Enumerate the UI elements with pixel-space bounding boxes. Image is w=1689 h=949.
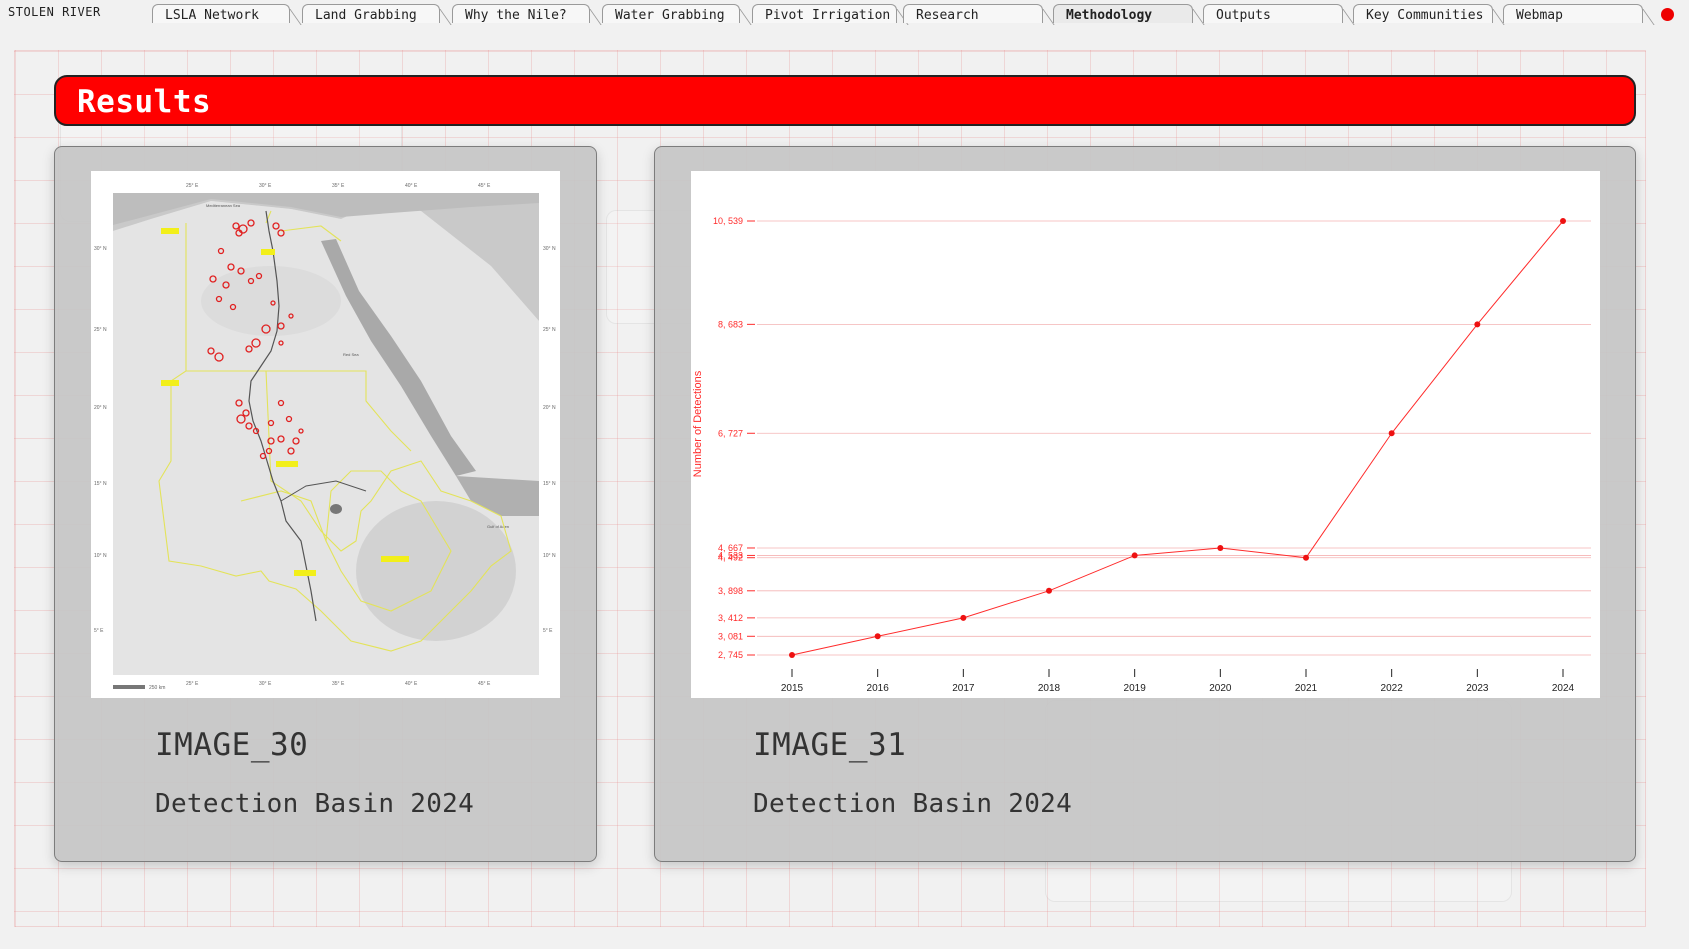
status-dot (1661, 8, 1674, 21)
tab-bar: STOLEN RIVER LSLA Network Land Grabbing … (0, 0, 1689, 24)
tab-outputs[interactable]: Outputs (1203, 4, 1343, 23)
y-tick-label: 3, 081 (718, 631, 743, 641)
data-point (1131, 552, 1138, 559)
x-tick-label: 2015 (781, 683, 804, 694)
y-tick-label: 4, 667 (718, 543, 743, 553)
map-lat-label: 30° N (543, 246, 556, 252)
map-lat-label: 20° N (94, 405, 107, 411)
tab-lsla-network[interactable]: LSLA Network (152, 4, 290, 23)
tab-water-grabbing[interactable]: Water Grabbing (602, 4, 740, 23)
map-lon-label: 25° E (186, 681, 199, 687)
x-tick-label: 2017 (952, 683, 975, 694)
map-lon-label: 30° E (259, 183, 272, 189)
tab-why-the-nile[interactable]: Why the Nile? (452, 4, 590, 23)
map-lat-label: 15° N (543, 481, 556, 487)
x-tick-label: 2024 (1552, 683, 1575, 694)
map-lon-label: 40° E (405, 681, 418, 687)
data-point (1046, 587, 1052, 594)
x-tick-label: 2016 (867, 683, 890, 694)
y-tick-label: 3, 898 (718, 586, 743, 596)
x-tick-label: 2023 (1466, 683, 1489, 694)
data-point (1474, 321, 1481, 328)
map-lat-label: 10° N (543, 553, 556, 559)
section-title: Results (77, 84, 212, 120)
map-lon-label: 35° E (332, 183, 345, 189)
y-tick-label: 4, 492 (718, 553, 743, 563)
results-banner: Results (54, 75, 1636, 126)
data-point (1388, 430, 1395, 437)
sea-label: Mediterranean Sea (206, 203, 241, 208)
x-tick-label: 2019 (1124, 683, 1147, 694)
map-lat-label: 5° E (543, 628, 553, 634)
sea-label: Gulf of Aden (487, 524, 509, 529)
data-point (1217, 544, 1224, 551)
data-point (874, 633, 881, 640)
tab-pivot-irrigation[interactable]: Pivot Irrigation (752, 4, 897, 23)
map-lon-label: 25° E (186, 183, 199, 189)
y-tick-label: 3, 412 (718, 613, 743, 623)
map-lon-label: 45° E (478, 681, 491, 687)
chart-image[interactable]: 2, 745 3, 081 3, 412 3, 898 4, 533 4, 667 4, 4… (691, 171, 1600, 698)
data-point (960, 614, 967, 621)
map-lat-label: 5° E (94, 628, 104, 634)
map-image[interactable]: 25° E 30° E 35° E 40° E 45° E 25° E 30° … (91, 171, 560, 698)
scale-bar-label: 250 km (149, 685, 165, 691)
x-tick-label: 2021 (1295, 683, 1318, 694)
x-tick-label: 2018 (1038, 683, 1061, 694)
tab-key-communities[interactable]: Key Communities (1353, 4, 1493, 23)
map-lat-label: 25° N (543, 327, 556, 333)
map-lon-label: 30° E (259, 681, 272, 687)
map-lon-label: 40° E (405, 183, 418, 189)
result-card-chart[interactable]: 2, 745 3, 081 3, 412 3, 898 4, 533 4, 667 4, 4… (654, 146, 1636, 862)
data-point (789, 652, 795, 658)
card-title: IMAGE_30 (155, 727, 309, 763)
y-tick-label: 2, 745 (718, 650, 743, 660)
tab-methodology[interactable]: Methodology (1053, 4, 1193, 23)
y-tick-label: 6, 727 (718, 428, 743, 438)
map-lat-label: 25° N (94, 327, 107, 333)
tab-research[interactable]: Research (903, 4, 1043, 23)
map-lat-label: 30° N (94, 246, 107, 252)
card-title: IMAGE_31 (753, 727, 907, 763)
data-point (1560, 218, 1566, 224)
result-card-map[interactable]: 25° E 30° E 35° E 40° E 45° E 25° E 30° … (54, 146, 597, 862)
x-tick-label: 2022 (1381, 683, 1404, 694)
map-lat-label: 20° N (543, 405, 556, 411)
sea-label: Red Sea (343, 352, 359, 357)
series-line (791, 220, 1564, 656)
map-lon-label: 35° E (332, 681, 345, 687)
y-tick-label: 10, 539 (713, 216, 743, 226)
card-subtitle: Detection Basin 2024 (753, 789, 1073, 819)
map-lon-label: 45° E (478, 183, 491, 189)
y-tick-label: 8, 683 (718, 319, 743, 329)
card-subtitle: Detection Basin 2024 (155, 789, 475, 819)
nile-basin-map: 25° E 30° E 35° E 40° E 45° E 25° E 30° … (94, 183, 556, 691)
tab-webmap[interactable]: Webmap (1503, 4, 1643, 23)
brand-title: STOLEN RIVER (8, 5, 101, 19)
map-lat-label: 10° N (94, 553, 107, 559)
x-tick-label: 2020 (1209, 683, 1232, 694)
map-lat-label: 15° N (94, 481, 107, 487)
tab-land-grabbing[interactable]: Land Grabbing (302, 4, 440, 23)
y-axis-label: Number of Detections (692, 370, 704, 477)
detections-line-chart: 2, 7453, 0813, 4123, 8984, 5334, 6674, 4… (692, 216, 1591, 694)
data-point (1303, 554, 1309, 561)
